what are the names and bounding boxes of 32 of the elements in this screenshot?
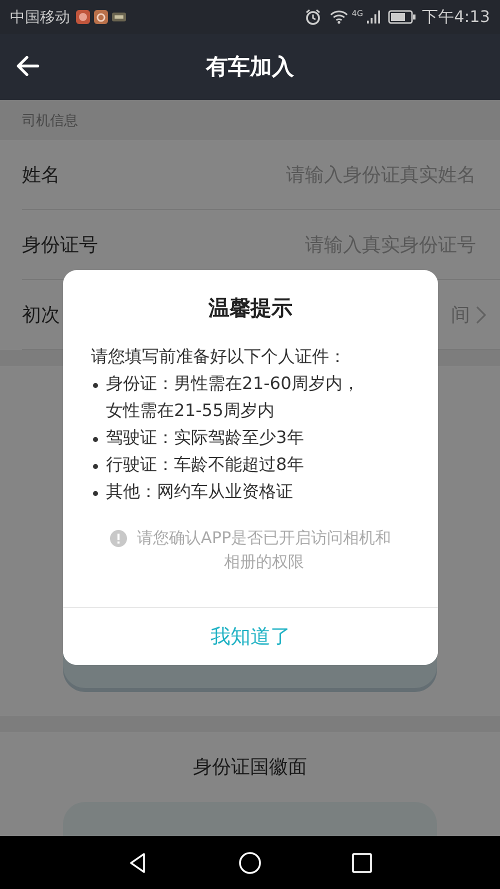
field-label: 身份证号: [22, 232, 98, 258]
chevron-icon: [476, 306, 486, 324]
notification-icon: [76, 10, 90, 24]
page-title: 有车加入: [206, 54, 294, 82]
upload-label: 身份证国徽面: [192, 755, 308, 780]
recents-icon[interactable]: [350, 850, 374, 874]
list-item: 驾驶证：实际驾龄至少3年: [106, 427, 304, 450]
network-label: 4G: [352, 9, 364, 18]
bullet-icon: [93, 437, 98, 442]
alarm-icon: [304, 8, 322, 26]
bullet-icon: [93, 464, 98, 469]
dialog-title: 温馨提示: [207, 295, 294, 322]
confirm-button[interactable]: 我知道了: [63, 607, 438, 665]
dialog-text: 请您填写前准备好以下个人证件：: [91, 346, 347, 369]
bullet-icon: [93, 383, 98, 388]
list-item: 身份证：男性需在21-60周岁内， 女性需在21-55周岁内: [106, 373, 360, 423]
notification-icon: [94, 10, 108, 24]
note-text: 请您确认APP是否已开启访问相机和相册的权限: [136, 527, 392, 573]
home-icon[interactable]: [238, 850, 262, 874]
back-arrow-icon: [15, 53, 41, 79]
notification-icon: [112, 10, 126, 24]
signal-icon: [367, 10, 380, 24]
field-label: 姓名: [22, 162, 60, 188]
battery-icon: [388, 10, 416, 24]
bullet-icon: [93, 491, 98, 496]
wifi-icon: [330, 8, 348, 26]
carrier-name: 中国移动: [10, 8, 70, 26]
list-item: 其他：网约车从业资格证: [106, 481, 293, 504]
status-time: 下午4:13: [422, 6, 490, 28]
list-item: 行驶证：车龄不能超过8年: [106, 454, 304, 477]
info-icon: [110, 530, 127, 547]
field-label: 初次: [22, 302, 60, 328]
